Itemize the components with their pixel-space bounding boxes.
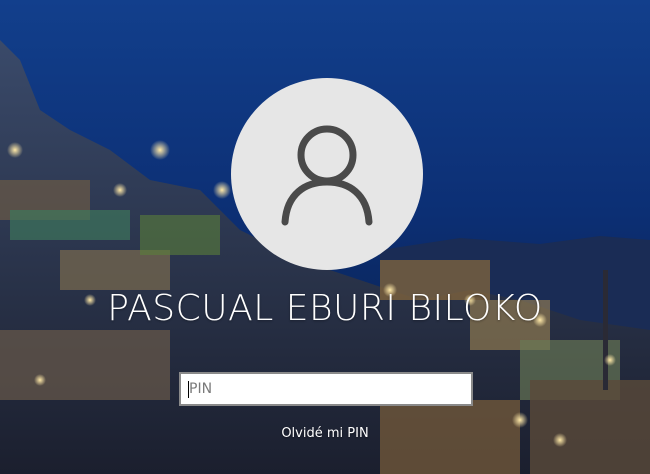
text-caret bbox=[188, 381, 189, 398]
lock-screen: PASCUAL EBURI BILOKO Olvidé mi PIN bbox=[0, 0, 650, 474]
forgot-pin-link[interactable]: Olvidé mi PIN bbox=[0, 426, 650, 441]
user-icon bbox=[281, 125, 373, 226]
pin-input[interactable] bbox=[181, 374, 471, 404]
user-avatar bbox=[231, 78, 423, 270]
user-name: PASCUAL EBURI BILOKO bbox=[107, 288, 543, 329]
pin-field[interactable] bbox=[179, 372, 473, 406]
